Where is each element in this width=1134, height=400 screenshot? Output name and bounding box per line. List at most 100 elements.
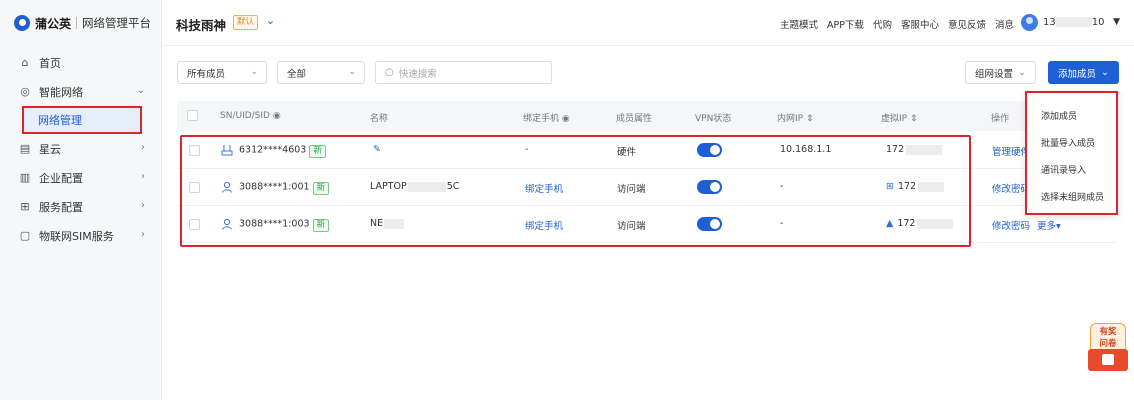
purchase-link[interactable]: 代购 bbox=[873, 17, 892, 31]
column-header-actions: 操作 bbox=[991, 114, 1010, 124]
member-filter-value: 所有成员 bbox=[187, 68, 226, 80]
sort-icon[interactable]: ⇕ bbox=[910, 114, 918, 124]
row-checkbox[interactable] bbox=[189, 182, 200, 193]
menu-item-add-member[interactable]: 添加成员 bbox=[1027, 102, 1116, 129]
table-header: SN/UID/SID ◉ 名称 绑定手机 ◉ 成员属性 VPN状态 内网IP ⇕… bbox=[177, 101, 1117, 131]
column-header-phone[interactable]: 绑定手机 ◉ bbox=[523, 111, 570, 124]
org-name[interactable]: 科技雨神 bbox=[176, 15, 226, 34]
redacted-mask bbox=[407, 181, 446, 192]
table-row: 3088****1:001 新 LAPTOP 5C 绑定手机 访问端 - ⊞ 172 … bbox=[177, 169, 1117, 206]
caret-down-icon[interactable]: ▼ bbox=[1113, 17, 1120, 27]
brand-logo[interactable]: 蒲公英 网络管理平台 bbox=[14, 14, 151, 32]
vpn-toggle[interactable] bbox=[697, 217, 722, 231]
sort-icon[interactable]: ⇕ bbox=[806, 114, 814, 124]
sidebar-item-nebula[interactable]: ▤ 星云 › bbox=[0, 134, 162, 163]
sidebar-item-smart-network[interactable]: ◎ 智能网络 ⌄ bbox=[0, 77, 162, 106]
add-member-button[interactable]: 添加成员 ⌄ bbox=[1048, 61, 1119, 84]
chevron-down-icon: ⌄ bbox=[250, 67, 258, 77]
vpn-toggle[interactable] bbox=[697, 180, 722, 194]
column-header-attr: 成员属性 bbox=[616, 114, 653, 124]
sidebar-item-service-config[interactable]: ⊞ 服务配置 › bbox=[0, 192, 162, 221]
device-id-cell: 6312****4603 新 bbox=[221, 144, 326, 158]
new-badge: 新 bbox=[309, 144, 326, 158]
redacted-mask bbox=[906, 144, 943, 155]
bind-phone-link[interactable]: 绑定手机 bbox=[525, 218, 563, 232]
vpn-toggle[interactable] bbox=[697, 143, 722, 157]
table-row: 3088****1:003 新 NE 绑定手机 访问端 - ▲ 172 修改密码 更… bbox=[177, 206, 1117, 243]
chevron-down-icon[interactable]: ⌄ bbox=[266, 14, 275, 27]
device-id: 3088****1:003 bbox=[239, 218, 310, 230]
sidebar-item-label: 服务配置 bbox=[39, 200, 83, 214]
redacted-mask bbox=[384, 218, 405, 229]
user-account[interactable]: 13 10 bbox=[1043, 17, 1107, 28]
redacted-mask bbox=[917, 218, 954, 229]
chevron-down-icon: ⌄ bbox=[136, 85, 145, 96]
sidebar-nav: ⌂ 首页 ◎ 智能网络 ⌄ 网络管理 ▤ 星云 › ▥ 企业配置 › ⊞ 服务配… bbox=[0, 48, 162, 250]
column-header-name: 名称 bbox=[370, 114, 389, 124]
promo-line2: 问卷 bbox=[1099, 339, 1117, 349]
lan-ip-cell: - bbox=[780, 181, 784, 192]
promo-line1: 有奖 bbox=[1099, 327, 1117, 337]
android-icon: ▲ bbox=[886, 218, 894, 229]
device-name: NE bbox=[370, 218, 384, 229]
column-header-vpn: VPN状态 bbox=[695, 114, 732, 124]
attribute-cell: 访问端 bbox=[617, 184, 646, 195]
redacted-mask bbox=[1055, 17, 1092, 27]
device-id: 6312****4603 bbox=[239, 144, 307, 156]
bind-phone-link[interactable]: 绑定手机 bbox=[525, 181, 563, 195]
eye-icon[interactable]: ◉ bbox=[562, 114, 570, 124]
device-id: 3088****1:001 bbox=[239, 181, 310, 193]
scope-filter-value: 全部 bbox=[287, 68, 307, 80]
device-name-cell: LAPTOP 5C bbox=[370, 181, 459, 192]
select-all-checkbox[interactable] bbox=[187, 110, 198, 121]
survey-promo-label: 有奖 问卷 bbox=[1090, 323, 1126, 351]
search-icon: ○ bbox=[385, 67, 394, 78]
column-header-label: 绑定手机 bbox=[523, 114, 560, 124]
search-placeholder: 快速搜索 bbox=[398, 68, 437, 80]
sidebar-item-home[interactable]: ⌂ 首页 bbox=[0, 48, 162, 77]
survey-promo-widget[interactable]: 有奖 问卷 bbox=[1088, 323, 1128, 371]
brand-subtitle: 网络管理平台 bbox=[82, 16, 152, 30]
sidebar-item-enterprise-config[interactable]: ▥ 企业配置 › bbox=[0, 163, 162, 192]
app-download-link[interactable]: APP下载 bbox=[827, 17, 864, 31]
feedback-link[interactable]: 意见反馈 bbox=[948, 17, 986, 31]
eye-icon[interactable]: ◉ bbox=[273, 111, 281, 121]
messages-link[interactable]: 消息 bbox=[995, 17, 1014, 31]
attribute-cell: 硬件 bbox=[617, 147, 637, 158]
search-input[interactable]: ○ 快速搜索 bbox=[375, 61, 552, 84]
enterprise-icon: ▥ bbox=[19, 171, 31, 184]
new-badge: 新 bbox=[312, 218, 330, 232]
row-checkbox[interactable] bbox=[189, 145, 200, 156]
column-header-id[interactable]: SN/UID/SID ◉ bbox=[220, 111, 281, 121]
top-bar: 科技雨神 默认 ⌄ 主题模式 APP下载 代购 客服中心 意见反馈 消息 13 1… bbox=[162, 0, 1134, 46]
brand-divider bbox=[76, 17, 78, 29]
scope-filter-select[interactable]: 全部 ⌄ bbox=[277, 61, 365, 84]
column-header-virtual-ip[interactable]: 虚拟IP ⇕ bbox=[881, 111, 918, 124]
group-settings-button[interactable]: 组网设置 ⌄ bbox=[965, 61, 1036, 84]
theme-mode-link[interactable]: 主题模式 bbox=[780, 17, 818, 31]
device-id-cell: 3088****1:001 新 bbox=[221, 181, 330, 195]
edit-name-icon[interactable]: ✎ bbox=[373, 144, 381, 155]
column-header-lan-ip[interactable]: 内网IP ⇕ bbox=[777, 111, 814, 124]
sim-icon: ▢ bbox=[19, 229, 31, 242]
lan-ip-cell: - bbox=[780, 218, 784, 229]
service-icon: ⊞ bbox=[20, 200, 30, 213]
sidebar-item-network-management[interactable]: 网络管理 bbox=[22, 106, 142, 134]
change-password-link[interactable]: 修改密码 bbox=[992, 218, 1030, 232]
user-suffix: 10 bbox=[1091, 17, 1105, 28]
menu-item-contacts-import[interactable]: 通讯录导入 bbox=[1027, 156, 1116, 183]
member-filter-select[interactable]: 所有成员 ⌄ bbox=[177, 61, 267, 84]
sidebar-item-iot-sim[interactable]: ▢ 物联网SIM服务 › bbox=[0, 221, 162, 250]
column-header-label: 内网IP bbox=[777, 114, 804, 124]
row-checkbox[interactable] bbox=[189, 219, 200, 230]
menu-item-batch-import[interactable]: 批量导入成员 bbox=[1027, 129, 1116, 156]
support-center-link[interactable]: 客服中心 bbox=[901, 17, 939, 31]
attribute-cell: 访问端 bbox=[617, 221, 646, 232]
chevron-down-icon: ⌄ bbox=[1018, 67, 1026, 78]
avatar[interactable] bbox=[1021, 14, 1038, 31]
more-actions-link[interactable]: 更多▾ bbox=[1037, 218, 1061, 232]
device-name-suffix: 5C bbox=[446, 181, 460, 192]
top-links: 主题模式 APP下载 代购 客服中心 意见反馈 消息 bbox=[780, 17, 1014, 31]
device-id-cell: 3088****1:003 新 bbox=[221, 218, 330, 232]
menu-item-select-ungrouped[interactable]: 选择未组网成员 bbox=[1027, 183, 1116, 210]
